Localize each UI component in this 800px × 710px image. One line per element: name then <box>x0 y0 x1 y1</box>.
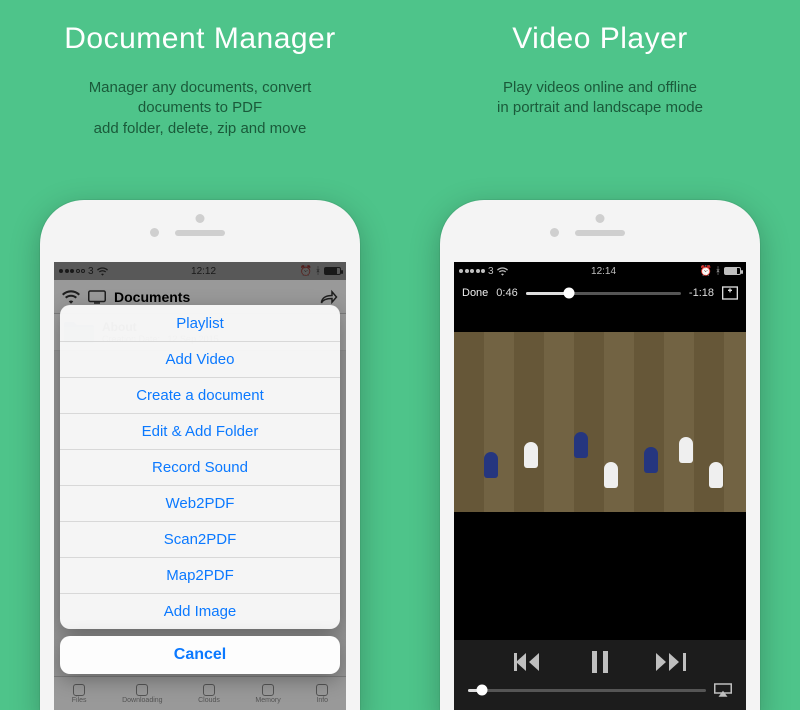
left-phone-frame: 3 12:12 ⏰ ᚼ Documents <box>40 200 360 710</box>
done-button[interactable]: Done <box>462 287 488 299</box>
sheet-item-scan2pdf[interactable]: Scan2PDF <box>60 521 340 557</box>
clock-label: 12:14 <box>591 266 616 277</box>
sheet-item-web2pdf[interactable]: Web2PDF <box>60 485 340 521</box>
volume-slider[interactable] <box>468 689 706 692</box>
left-screen: 3 12:12 ⏰ ᚼ Documents <box>54 262 346 710</box>
clock-label: 12:12 <box>191 266 216 277</box>
airplay-icon[interactable] <box>714 683 732 697</box>
bluetooth-icon: ᚼ <box>715 266 721 277</box>
tab-downloading[interactable]: Downloading <box>122 684 162 704</box>
remaining-time: -1:18 <box>689 287 714 299</box>
phone-speaker <box>175 230 225 236</box>
right-hero-subtitle: Play videos online and offline in portra… <box>400 78 800 119</box>
sheet-item-add-image[interactable]: Add Image <box>60 593 340 629</box>
share-icon[interactable] <box>320 289 338 305</box>
right-phone-frame: 3 12:14 ⏰ ᚼ Done 0:46 -1:18 <box>440 200 760 710</box>
fullscreen-icon[interactable] <box>722 286 738 300</box>
phone-sensor <box>196 214 205 223</box>
status-bar: 3 12:12 ⏰ ᚼ <box>54 262 346 280</box>
wifi-transfer-icon[interactable] <box>62 290 80 304</box>
player-figure <box>644 447 658 473</box>
wifi-icon <box>497 267 508 276</box>
scrubber-slider[interactable] <box>526 292 681 295</box>
carrier-label: 3 <box>488 266 494 277</box>
battery-icon <box>324 267 341 275</box>
battery-icon <box>724 267 741 275</box>
sheet-item-add-video[interactable]: Add Video <box>60 341 340 377</box>
next-track-icon[interactable] <box>656 653 686 671</box>
video-top-bar: Done 0:46 -1:18 <box>454 280 746 306</box>
navbar-title: Documents <box>114 289 190 305</box>
phone-camera <box>550 228 559 237</box>
player-figure <box>574 432 588 458</box>
tab-bar: Files Downloading Clouds Memory Info <box>54 676 346 710</box>
phone-speaker <box>575 230 625 236</box>
sheet-item-create-document[interactable]: Create a document <box>60 377 340 413</box>
sheet-item-record-sound[interactable]: Record Sound <box>60 449 340 485</box>
player-figure <box>679 437 693 463</box>
status-bar: 3 12:14 ⏰ ᚼ <box>454 262 746 280</box>
bluetooth-icon: ᚼ <box>315 266 321 277</box>
right-screen: 3 12:14 ⏰ ᚼ Done 0:46 -1:18 <box>454 262 746 710</box>
pause-icon[interactable] <box>590 651 610 673</box>
display-icon[interactable] <box>88 290 106 304</box>
phone-camera <box>150 228 159 237</box>
player-figure <box>604 462 618 488</box>
video-controls <box>454 640 746 710</box>
carrier-label: 3 <box>88 266 94 277</box>
video-court <box>454 332 746 512</box>
player-figure <box>709 462 723 488</box>
tab-clouds[interactable]: Clouds <box>198 684 220 704</box>
player-figure <box>524 442 538 468</box>
tab-files[interactable]: Files <box>72 684 87 704</box>
action-sheet: Playlist Add Video Create a document Edi… <box>60 305 340 674</box>
prev-track-icon[interactable] <box>514 653 544 671</box>
right-hero-title: Video Player <box>400 22 800 56</box>
tab-info[interactable]: Info <box>316 684 328 704</box>
elapsed-time: 0:46 <box>496 287 517 299</box>
left-hero-title: Document Manager <box>0 22 400 56</box>
sheet-item-playlist[interactable]: Playlist <box>60 305 340 341</box>
sheet-cancel-button[interactable]: Cancel <box>60 636 340 674</box>
sheet-item-edit-add-folder[interactable]: Edit & Add Folder <box>60 413 340 449</box>
tab-memory[interactable]: Memory <box>255 684 280 704</box>
video-frame[interactable]: TISSOTTISSOTTISSOTTISSOTTISSOT <box>454 332 746 512</box>
signal-dots-icon <box>59 269 85 273</box>
left-hero-subtitle: Manager any documents, convert documents… <box>0 78 400 139</box>
player-figure <box>484 452 498 478</box>
phone-sensor <box>596 214 605 223</box>
alarm-icon: ⏰ <box>300 266 312 277</box>
signal-dots-icon <box>459 269 485 273</box>
sheet-item-map2pdf[interactable]: Map2PDF <box>60 557 340 593</box>
wifi-icon <box>97 267 108 276</box>
alarm-icon: ⏰ <box>700 266 712 277</box>
